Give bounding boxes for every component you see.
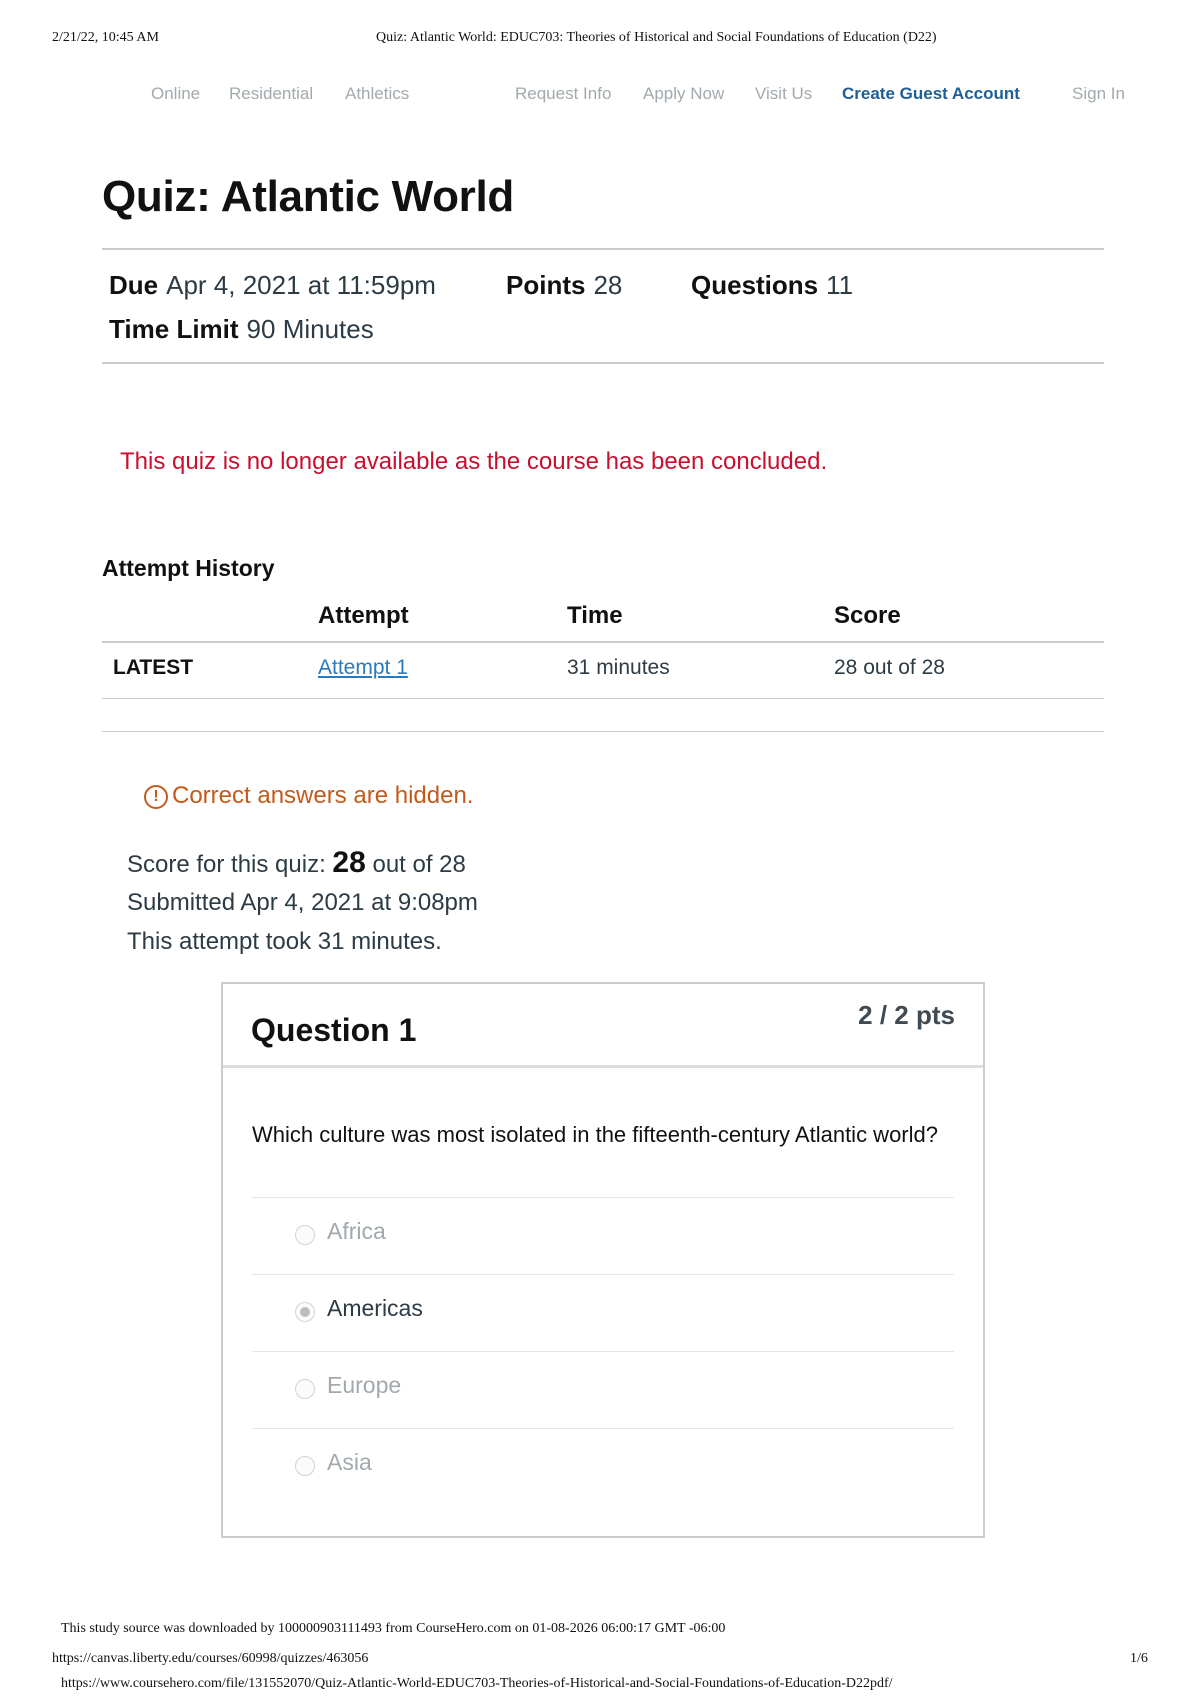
print-document-title: Quiz: Atlantic World: EDUC703: Theories … <box>376 30 937 45</box>
attempt-time: 31 minutes <box>567 656 670 679</box>
canvas-url[interactable]: https://canvas.liberty.edu/courses/60998… <box>52 1651 368 1667</box>
nav-online[interactable]: Online <box>151 84 200 104</box>
submitted-time: Submitted Apr 4, 2021 at 9:08pm <box>127 889 478 916</box>
answer-label: Africa <box>327 1218 386 1244</box>
due-value: Apr 4, 2021 at 11:59pm <box>166 270 436 300</box>
nav-visit-us[interactable]: Visit Us <box>755 84 812 104</box>
column-header-score: Score <box>834 602 901 629</box>
score-value: 28 <box>332 846 366 879</box>
answer-divider <box>252 1351 954 1352</box>
points-value: 28 <box>593 270 623 300</box>
nav-sign-in[interactable]: Sign In <box>1072 84 1125 104</box>
quiz-concluded-message: This quiz is no longer available as the … <box>120 448 828 475</box>
history-bottom-divider <box>102 731 1104 732</box>
answer-label: Asia <box>327 1449 372 1475</box>
radio-unselected-icon[interactable] <box>295 1225 315 1245</box>
attempt-history-title: Attempt History <box>102 555 275 581</box>
question-points: 2 / 2 pts <box>858 1000 955 1030</box>
answer-divider <box>252 1428 954 1429</box>
nav-athletics[interactable]: Athletics <box>345 84 409 104</box>
questions-label: Questions <box>691 270 819 300</box>
answer-divider <box>252 1197 954 1198</box>
page-number: 1/6 <box>1130 1651 1148 1666</box>
column-header-time: Time <box>567 602 623 629</box>
question-title: Question 1 <box>251 1012 417 1048</box>
history-row-divider <box>102 698 1104 699</box>
column-header-attempt: Attempt <box>318 602 409 629</box>
question-header: Question 1 2 / 2 pts <box>223 984 983 1068</box>
attempt-duration: This attempt took 31 minutes. <box>127 928 442 955</box>
print-timestamp: 2/21/22, 10:45 AM <box>52 30 159 45</box>
nav-apply-now[interactable]: Apply Now <box>643 84 724 104</box>
due-label: Due <box>109 270 159 300</box>
meta-divider <box>102 362 1104 364</box>
questions-count: Questions 11 <box>691 270 853 301</box>
score-suffix: out of 28 <box>372 851 466 878</box>
radio-unselected-icon[interactable] <box>295 1379 315 1399</box>
answer-label: Europe <box>327 1372 402 1398</box>
source-note-text: This study source was downloaded by 1000… <box>61 1621 726 1636</box>
question-text: Which culture was most isolated in the f… <box>252 1122 938 1147</box>
nav-request-info[interactable]: Request Info <box>515 84 611 104</box>
questions-value: 11 <box>826 270 854 300</box>
latest-tag: LATEST <box>113 656 194 679</box>
time-limit-value: 90 Minutes <box>246 314 374 344</box>
warning-icon: ! <box>144 785 168 809</box>
coursehero-url[interactable]: https://www.coursehero.com/file/13155207… <box>61 1676 893 1692</box>
print-header: 2/21/22, 10:45 AM Quiz: Atlantic World: … <box>52 30 1148 52</box>
time-limit: Time Limit 90 Minutes <box>109 314 374 345</box>
radio-unselected-icon[interactable] <box>295 1456 315 1476</box>
attempt-1-link[interactable]: Attempt 1 <box>318 656 408 680</box>
top-navigation: Online Residential Athletics Request Inf… <box>0 84 1200 108</box>
question-card: Question 1 2 / 2 pts Which culture was m… <box>221 982 985 1538</box>
quiz-score: Score for this quiz: 28 out of 28 <box>127 846 466 880</box>
nav-create-guest-account[interactable]: Create Guest Account <box>842 84 1020 104</box>
answer-divider <box>252 1274 954 1275</box>
page-title: Quiz: Atlantic World <box>102 172 514 221</box>
title-divider <box>102 248 1104 250</box>
history-header-divider <box>102 641 1104 643</box>
time-limit-label: Time Limit <box>109 314 239 344</box>
nav-residential[interactable]: Residential <box>229 84 313 104</box>
score-prefix: Score for this quiz: <box>127 851 326 878</box>
attempt-score: 28 out of 28 <box>834 656 945 679</box>
answer-label: Americas <box>327 1295 423 1321</box>
hidden-notice-text: Correct answers are hidden. <box>172 782 474 809</box>
points-label: Points <box>506 270 586 300</box>
points: Points 28 <box>506 270 622 301</box>
due-date: Due Apr 4, 2021 at 11:59pm <box>109 270 436 301</box>
radio-selected-icon[interactable] <box>295 1302 315 1322</box>
correct-answers-hidden-notice: ! Correct answers are hidden. <box>144 782 473 810</box>
